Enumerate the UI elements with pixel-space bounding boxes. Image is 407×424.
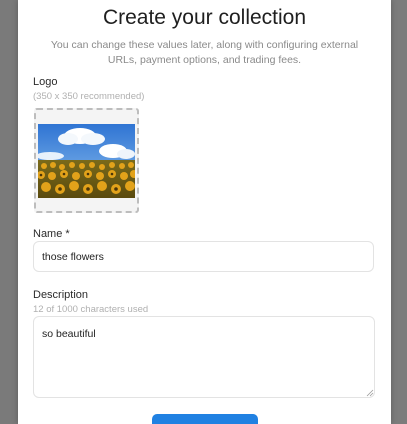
description-textarea[interactable]: so beautiful <box>33 316 375 398</box>
logo-size-hint: (350 x 350 recommended) <box>33 91 145 102</box>
modal-title: Create your collection <box>102 6 307 29</box>
name-input[interactable] <box>33 241 374 272</box>
logo-preview-image <box>38 123 135 198</box>
create-button[interactable] <box>152 414 258 424</box>
logo-label: Logo <box>33 76 58 88</box>
description-label: Description <box>33 289 89 301</box>
modal-subtitle: You can change these values later, along… <box>50 39 359 66</box>
logo-upload-dropzone[interactable] <box>34 108 139 213</box>
resize-grip-icon[interactable] <box>366 389 374 397</box>
name-label: Name * <box>33 228 70 240</box>
create-collection-modal: Create your collection You can change th… <box>18 0 391 424</box>
modal-backdrop-left[interactable] <box>0 0 18 424</box>
description-char-counter: 12 of 1000 characters used <box>33 304 149 315</box>
modal-backdrop-right[interactable] <box>391 0 407 424</box>
